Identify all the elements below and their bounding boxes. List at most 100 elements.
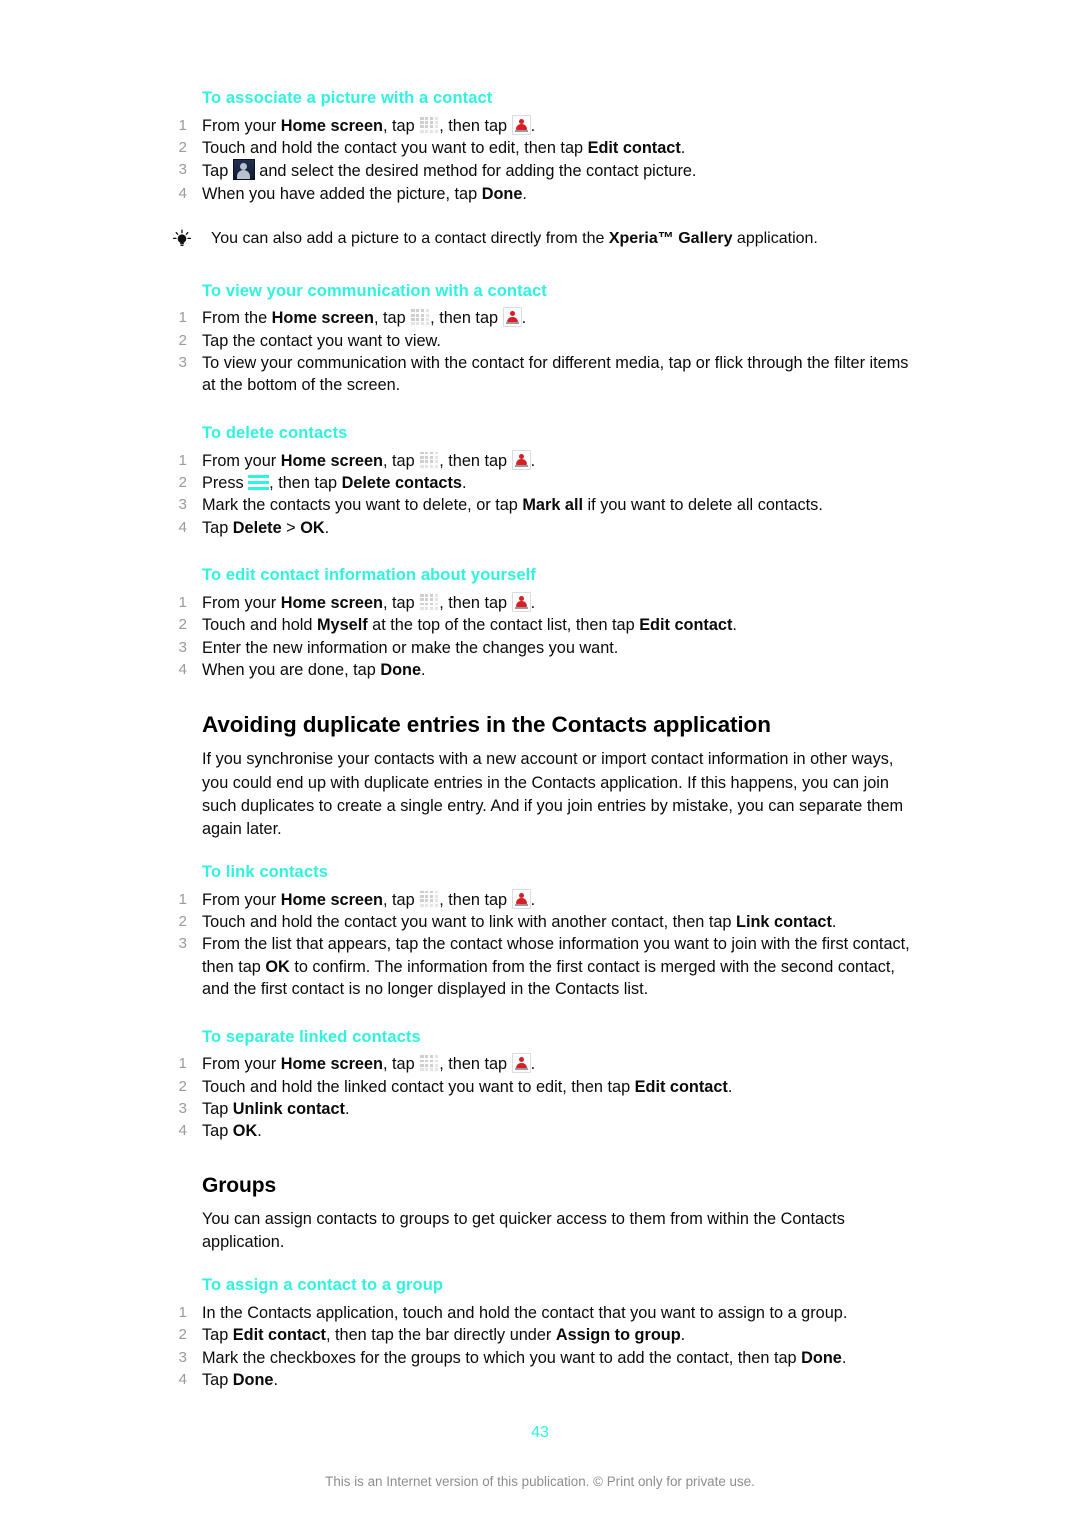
step-text-before: Mark the contacts you want to delete, or… — [202, 496, 523, 515]
step-text-bold: Done — [801, 1348, 842, 1367]
step-text: Tap Unlink contact. — [202, 1100, 350, 1118]
step-text-bold: Link contact — [736, 912, 832, 931]
step-text-mid: , then tap — [269, 473, 342, 492]
step-text-bold: Home screen — [280, 593, 383, 612]
step-text-mid2: , then tap — [439, 1055, 512, 1074]
tip-text-after: application. — [732, 230, 818, 248]
step-item: 4 Tap OK. — [171, 1120, 911, 1142]
tip-text-before: You can also add a picture to a contact … — [211, 230, 609, 248]
step-text-mid2: , then tap — [439, 451, 512, 470]
step-number: 3 — [178, 161, 187, 179]
avatar-icon — [232, 159, 255, 181]
step-text-after: . — [324, 518, 330, 537]
tip-text-bold: Xperia™ Gallery — [608, 230, 733, 248]
step-item: 2 Tap Edit contact, then tap the bar dir… — [171, 1324, 911, 1346]
contacts-icon — [511, 449, 531, 470]
step-text: Tap Delete > OK. — [202, 519, 329, 537]
step-text: Tap OK. — [202, 1122, 262, 1140]
step-text: In the Contacts application, touch and h… — [202, 1303, 848, 1322]
step-number: 2 — [178, 473, 187, 491]
step-text: Touch and hold the linked contact you wa… — [202, 1078, 732, 1096]
step-text-suffix: . — [530, 890, 536, 909]
contacts-icon — [511, 1053, 531, 1074]
step-text: From the list that appears, tap the cont… — [202, 935, 910, 998]
step-text-after: . — [831, 912, 837, 931]
grid-icon — [419, 889, 440, 909]
step-item: 2 Touch and hold the contact you want to… — [171, 137, 911, 159]
paragraph-avoiding-duplicates: If you synchronise your contacts with a … — [202, 750, 904, 838]
step-text: From your Home screen, tap , then tap . — [202, 888, 536, 909]
grid-icon — [419, 592, 440, 612]
step-item: 4 Tap Delete > OK. — [171, 517, 911, 539]
grid-icon — [419, 450, 440, 470]
step-number: 2 — [178, 1077, 187, 1095]
step-text-before: Tap — [202, 518, 233, 537]
steps-edit-own-info: 1 From your Home screen, tap , then tap … — [171, 591, 911, 682]
step-item: 3 Enter the new information or make the … — [171, 637, 911, 659]
step-number: 4 — [178, 1122, 187, 1140]
step-number: 4 — [178, 660, 187, 678]
step-item: 4 Tap Done. — [171, 1369, 911, 1391]
step-text-after: . — [273, 1371, 279, 1390]
footer-note: This is an Internet version of this publ… — [325, 1474, 755, 1489]
step-text-before: Press — [202, 473, 249, 492]
step-text-bold: Done — [481, 184, 523, 203]
step-text: Mark the contacts you want to delete, or… — [202, 496, 823, 514]
step-text-bold: Edit contact — [634, 1077, 728, 1096]
step-text-before: Tap — [202, 1371, 233, 1390]
step-text-bold2: Assign to group — [555, 1326, 681, 1345]
step-text-bold: Edit contact — [232, 1326, 326, 1345]
step-text-bold: OK — [265, 957, 290, 976]
step-item: 2 Press , then tap Delete contacts. — [171, 472, 911, 494]
step-item: 3 Mark the checkboxes for the groups to … — [171, 1347, 911, 1369]
step-text-bold: Home screen — [280, 451, 383, 470]
step-number: 4 — [178, 518, 187, 536]
step-item: 1 From your Home screen, tap , then tap … — [171, 591, 911, 614]
steps-separate-linked: 1 From your Home screen, tap , then tap … — [171, 1053, 911, 1143]
step-text-prefix: From the — [202, 309, 272, 328]
step-text-bold2: OK — [300, 518, 325, 537]
step-text-prefix: From your — [202, 1055, 281, 1074]
step-item: 3 From the list that appears, tap the co… — [171, 933, 911, 1000]
step-item: 4 When you are done, tap Done. — [171, 659, 911, 681]
step-text-before: Tap — [202, 1122, 233, 1141]
menu-icon — [248, 474, 270, 491]
step-number: 3 — [178, 638, 187, 656]
step-text-mid: at the top of the contact list, then tap — [367, 616, 640, 635]
steps-delete-contacts: 1 From your Home screen, tap , then tap … — [171, 449, 911, 540]
step-text-mid: > — [281, 518, 301, 537]
step-number: 4 — [178, 1371, 187, 1389]
step-text: Touch and hold the contact you want to e… — [202, 139, 685, 157]
step-text: From your Home screen, tap , then tap . — [202, 1053, 535, 1074]
step-text-mid2: , then tap — [430, 309, 503, 328]
step-item: 1 From your Home screen, tap , then tap … — [171, 1053, 911, 1075]
section-heading-delete-contacts: To delete contacts — [202, 423, 348, 442]
steps-link-contacts: 1 From your Home screen, tap , then tap … — [171, 888, 911, 1001]
step-text-before: Touch and hold the linked contact you wa… — [202, 1077, 635, 1096]
step-text-before: Tap — [202, 162, 233, 181]
step-text-bold: Done — [380, 660, 422, 679]
lightbulb-icon — [171, 229, 193, 251]
tip-text: You can also add a picture to a contact … — [211, 230, 818, 247]
step-number: 3 — [178, 1100, 187, 1118]
page-number: 43 — [531, 1424, 549, 1441]
section-heading-edit-own-info: To edit contact information about yourse… — [202, 566, 536, 585]
step-text-suffix: . — [530, 116, 536, 135]
step-number: 1 — [178, 593, 187, 611]
step-text: To view your communication with the cont… — [202, 354, 909, 395]
step-text-prefix: From your — [202, 451, 281, 470]
section-heading-separate-linked: To separate linked contacts — [202, 1027, 421, 1046]
step-text-mid: , tap — [382, 116, 420, 135]
step-text-mid: , tap — [382, 890, 420, 909]
step-text-after: . — [421, 660, 426, 679]
step-text: Tap the contact you want to view. — [202, 331, 441, 350]
step-number: 2 — [178, 139, 187, 157]
step-text: Enter the new information or make the ch… — [202, 638, 619, 657]
step-item: 2 Touch and hold the linked contact you … — [171, 1076, 911, 1098]
step-text-mid: , tap — [382, 593, 420, 612]
step-number: 2 — [178, 616, 187, 634]
step-text-before: Mark the checkboxes for the groups to wh… — [202, 1348, 802, 1367]
step-text: Press , then tap Delete contacts. — [202, 474, 466, 492]
step-item: 2 Touch and hold the contact you want to… — [171, 911, 911, 933]
step-number: 1 — [178, 1303, 187, 1321]
